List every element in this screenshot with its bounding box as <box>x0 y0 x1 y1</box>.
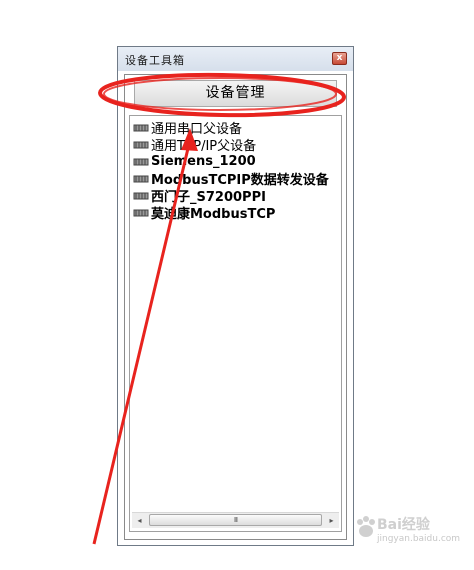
device-list: 通用串口父设备 通用TCP/IP父设备 Siemens_1200 ModbusT… <box>133 119 329 222</box>
close-button[interactable]: x <box>332 52 347 65</box>
device-icon <box>133 124 149 131</box>
scroll-left-arrow-icon[interactable]: ◂ <box>132 513 147 528</box>
scrollbar-thumb[interactable]: III <box>149 514 322 526</box>
device-icon <box>133 175 149 182</box>
device-manage-button[interactable]: 设备管理 <box>134 80 337 107</box>
window-title: 设备工具箱 <box>125 54 185 67</box>
device-icon <box>133 141 149 148</box>
tree-item-label: 莫迪康ModbusTCP <box>151 207 276 222</box>
tree-item-siemens-1200[interactable]: Siemens_1200 <box>133 153 329 170</box>
tree-item-modicon-modbustcp[interactable]: 莫迪康ModbusTCP <box>133 204 329 222</box>
tree-item-tcpip-parent[interactable]: 通用TCP/IP父设备 <box>133 136 329 154</box>
device-tree: 通用串口父设备 通用TCP/IP父设备 Siemens_1200 ModbusT… <box>129 115 342 532</box>
title-bar[interactable]: 设备工具箱 x <box>118 47 353 71</box>
watermark-brand: Bai经验 <box>377 517 430 533</box>
watermark: Bai经验 jingyan.baidu.com <box>355 512 465 554</box>
tree-item-label: 通用TCP/IP父设备 <box>151 139 257 154</box>
tree-item-modbus-forward[interactable]: ModbusTCPIP数据转发设备 <box>133 170 329 188</box>
scroll-right-arrow-icon[interactable]: ▸ <box>324 513 339 528</box>
device-toolbox-window: 设备工具箱 x 设备管理 通用串口父设备 通用TCP/IP父设备 Siemens… <box>117 46 354 546</box>
tree-item-serial-parent[interactable]: 通用串口父设备 <box>133 119 329 137</box>
device-icon <box>133 209 149 216</box>
paw-logo-icon <box>357 516 375 537</box>
toolbox-panel: 设备管理 通用串口父设备 通用TCP/IP父设备 Siemens_1200 Mo… <box>124 74 347 540</box>
watermark-url: jingyan.baidu.com <box>377 534 461 544</box>
tree-item-label: Siemens_1200 <box>151 154 256 169</box>
device-icon <box>133 158 149 165</box>
device-icon <box>133 192 149 199</box>
horizontal-scrollbar[interactable]: ◂ III ▸ <box>132 512 339 528</box>
tree-item-s7200ppi[interactable]: 西门子_S7200PPI <box>133 187 329 205</box>
